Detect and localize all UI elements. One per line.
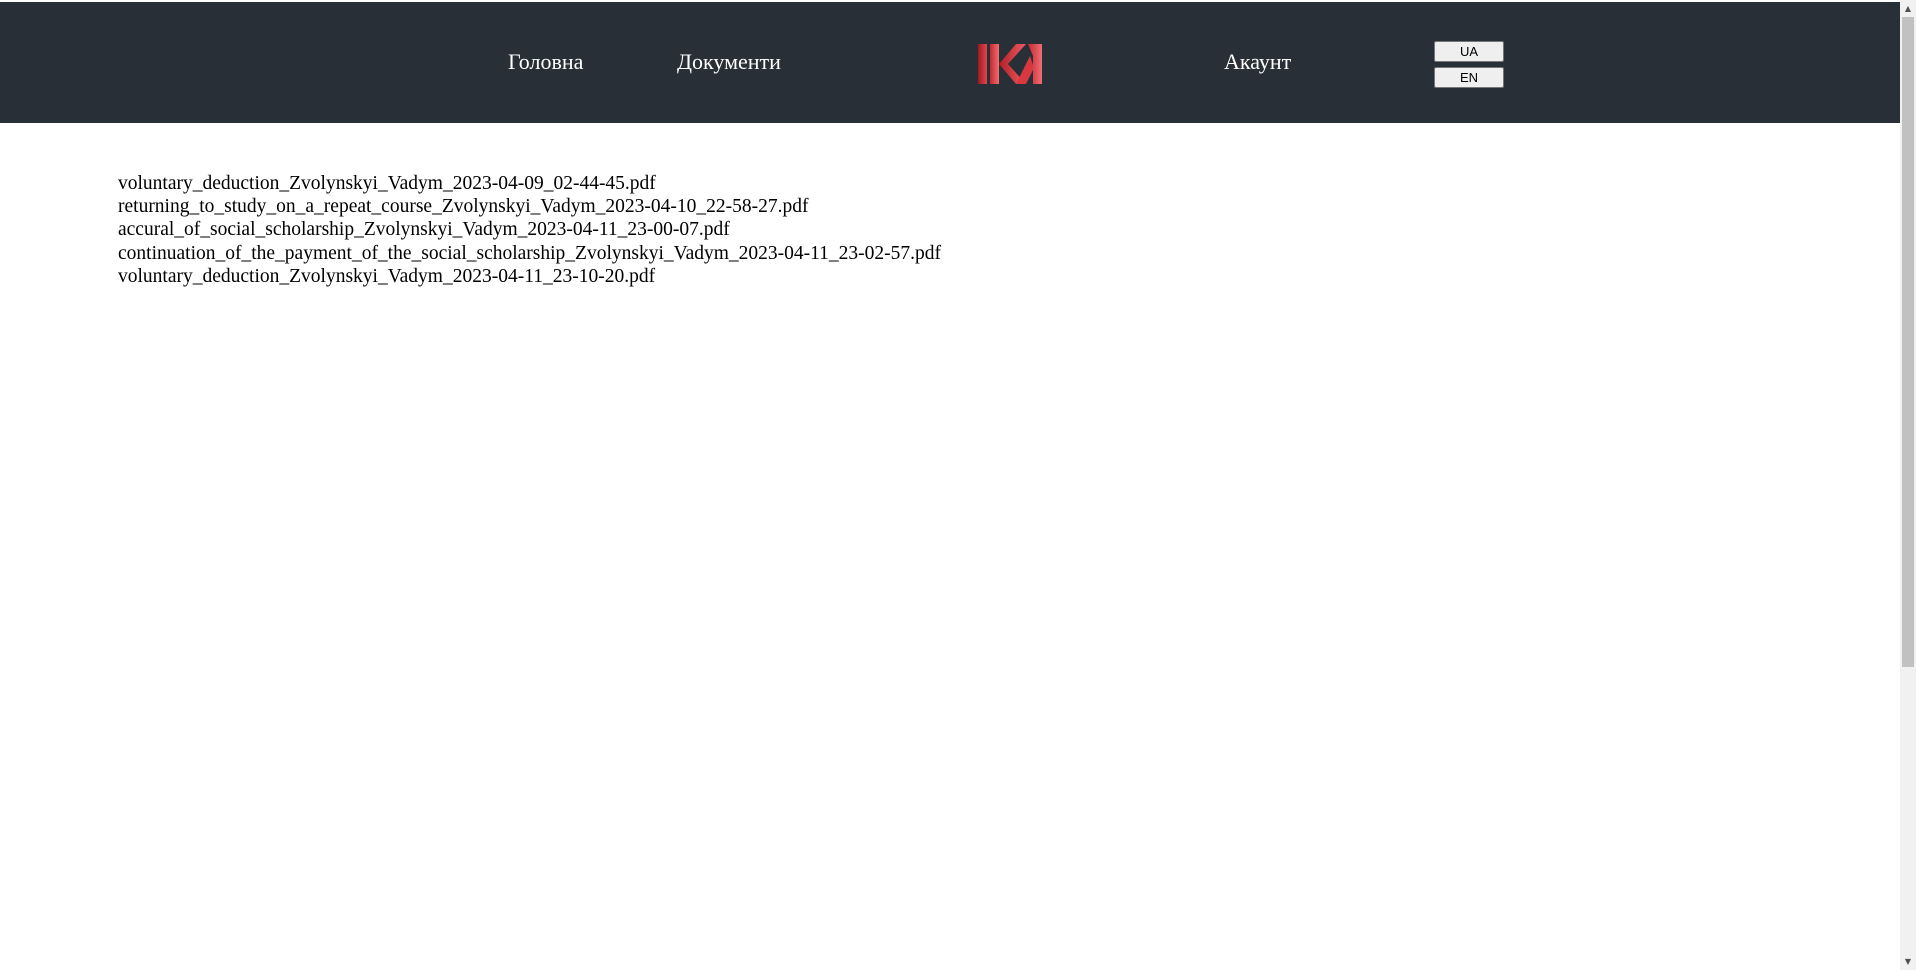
nav-link-account[interactable]: Акаунт	[1224, 48, 1291, 76]
document-file-item[interactable]: returning_to_study_on_a_repeat_course_Zv…	[118, 195, 941, 218]
language-button-en[interactable]: EN	[1434, 67, 1504, 88]
nav-link-home[interactable]: Головна	[508, 48, 583, 76]
language-button-ua[interactable]: UA	[1434, 41, 1504, 62]
vertical-scrollbar[interactable]: ▲ ▼	[1900, 0, 1916, 970]
scroll-down-arrow-icon[interactable]: ▼	[1900, 953, 1916, 970]
browser-viewport: Головна Документи Акаунт UA EN voluntary…	[0, 0, 1900, 970]
document-file-item[interactable]: continuation_of_the_payment_of_the_socia…	[118, 242, 941, 265]
document-file-item[interactable]: voluntary_deduction_Zvolynskyi_Vadym_202…	[118, 172, 941, 195]
scroll-up-arrow-icon[interactable]: ▲	[1900, 0, 1916, 17]
scrollbar-thumb[interactable]	[1902, 17, 1914, 667]
page: Головна Документи Акаунт UA EN voluntary…	[0, 0, 1916, 970]
ikm-logo-icon[interactable]	[978, 42, 1042, 86]
site-header: Головна Документи Акаунт UA EN	[0, 2, 1900, 123]
nav-link-documents[interactable]: Документи	[677, 48, 781, 76]
document-file-list: voluntary_deduction_Zvolynskyi_Vadym_202…	[118, 172, 941, 288]
document-file-item[interactable]: accural_of_social_scholarship_Zvolynskyi…	[118, 218, 941, 241]
document-file-item[interactable]: voluntary_deduction_Zvolynskyi_Vadym_202…	[118, 265, 941, 288]
